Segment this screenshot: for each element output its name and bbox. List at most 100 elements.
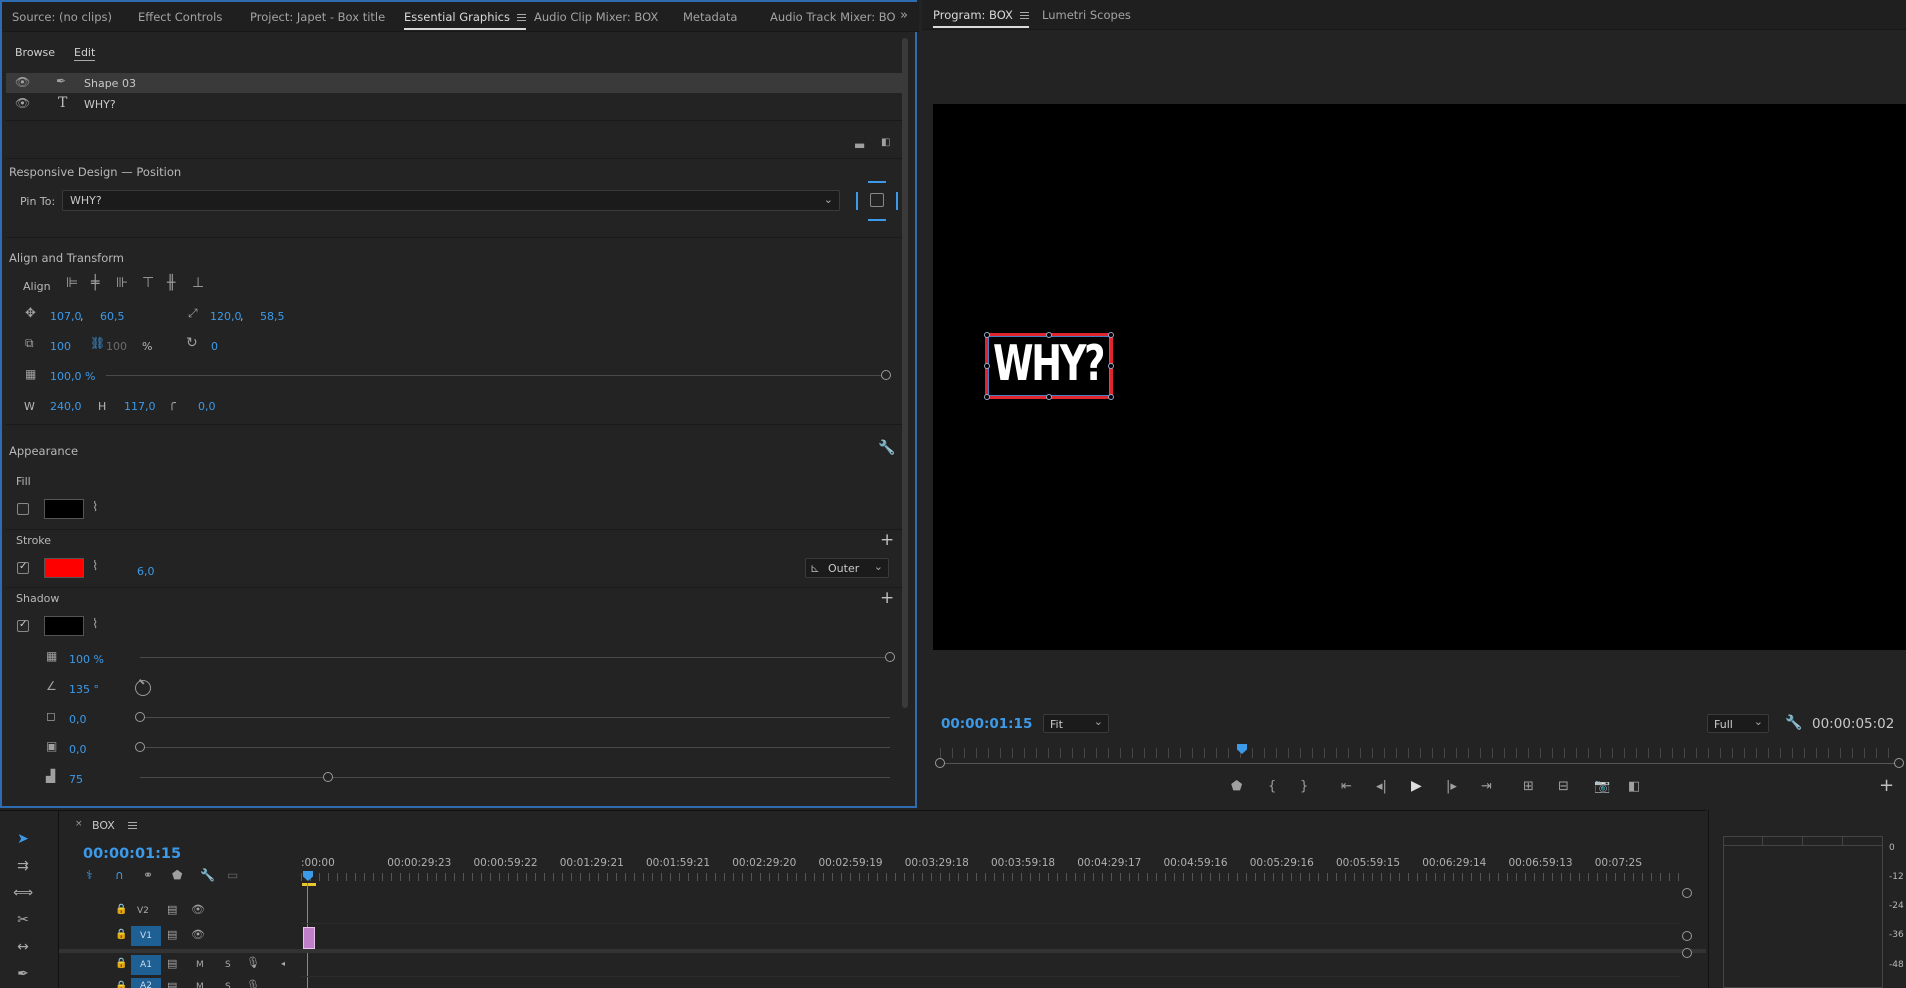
eyedropper-icon[interactable]: ⌇ xyxy=(92,501,98,514)
stroke-color-swatch[interactable] xyxy=(44,558,84,578)
wrench-icon[interactable]: 🔧 xyxy=(878,441,895,455)
zoom-dropdown[interactable]: Fit ⌄ xyxy=(1043,714,1109,733)
handle[interactable] xyxy=(1108,363,1114,369)
shadow-blur-slider[interactable] xyxy=(140,777,890,778)
timeline-clip[interactable] xyxy=(303,927,315,949)
corner-radius-value[interactable]: 0,0 xyxy=(198,400,216,413)
new-layer-icon[interactable]: ◧ xyxy=(881,138,890,148)
shadow-size-knob[interactable] xyxy=(135,742,145,752)
stroke-type-dropdown[interactable]: ⊾ Outer ⌄ xyxy=(805,558,889,578)
mute-button[interactable]: M xyxy=(196,982,204,988)
comparison-view-icon[interactable]: ◧ xyxy=(1628,780,1640,793)
height-value[interactable]: 117,0 xyxy=(124,400,156,413)
zoom-handle-right[interactable] xyxy=(1894,758,1904,768)
microphone-icon[interactable]: 🎙 xyxy=(246,957,260,968)
shadow-size-slider[interactable] xyxy=(140,747,890,748)
tab-audio-track-mixer[interactable]: Audio Track Mixer: BO xyxy=(770,10,896,24)
timeline-settings-icon[interactable]: 🔧 xyxy=(200,869,215,881)
stroke-width-value[interactable]: 6,0 xyxy=(137,565,155,578)
zoom-handle-left[interactable] xyxy=(935,758,945,768)
align-bottom-icon[interactable]: ⊥ xyxy=(192,276,204,290)
opacity-value[interactable]: 100,0 % xyxy=(50,370,95,383)
stroke-checkbox[interactable] xyxy=(17,561,29,574)
go-to-out-icon[interactable]: ⇥ xyxy=(1481,780,1492,793)
step-back-icon[interactable]: ◂| xyxy=(1376,780,1387,793)
angle-dial[interactable] xyxy=(135,678,151,696)
browse-tab[interactable]: Browse xyxy=(15,46,55,59)
handle[interactable] xyxy=(984,394,990,400)
sync-lock-icon[interactable]: ▤ xyxy=(167,904,177,915)
captions-icon[interactable]: ▭ xyxy=(227,869,238,881)
track-select-icon[interactable]: ⇉ xyxy=(12,858,34,880)
tab-metadata[interactable]: Metadata xyxy=(683,10,737,24)
tab-essential-graphics[interactable]: Essential Graphics xyxy=(404,10,526,30)
zoom-scrollbar[interactable] xyxy=(940,763,1900,764)
shadow-distance-knob[interactable] xyxy=(135,712,145,722)
add-marker-icon[interactable]: ⬟ xyxy=(1231,780,1242,793)
opacity-slider-knob[interactable] xyxy=(881,370,891,380)
link-icon[interactable]: ⛓ xyxy=(90,337,105,349)
lock-icon[interactable]: 🔒 xyxy=(115,905,127,915)
fill-color-swatch[interactable] xyxy=(44,499,84,519)
go-to-in-icon[interactable]: ⇤ xyxy=(1341,780,1352,793)
eye-icon[interactable]: 👁 xyxy=(15,97,30,109)
camera-icon[interactable]: 📷 xyxy=(1594,780,1610,793)
handle[interactable] xyxy=(1108,332,1114,338)
eyedropper-icon[interactable]: ⌇ xyxy=(92,560,98,573)
sync-lock-icon[interactable]: ▤ xyxy=(167,929,177,940)
tab-program[interactable]: Program: BOX xyxy=(933,8,1029,28)
add-marker-icon[interactable]: ⬟ xyxy=(172,869,182,881)
selected-graphic[interactable]: WHY? xyxy=(984,332,1114,400)
settings-wrench-icon[interactable]: 🔧 xyxy=(1785,716,1802,730)
shadow-blur-knob[interactable] xyxy=(322,772,333,782)
pin-edges-widget[interactable] xyxy=(854,178,900,224)
anchor-y[interactable]: 58,5 xyxy=(260,310,285,323)
selection-tool-icon[interactable]: ➤ xyxy=(12,831,34,853)
sequence-timecode[interactable]: 00:00:01:15 xyxy=(83,846,181,862)
align-left-icon[interactable]: ⊫ xyxy=(66,276,78,290)
shadow-blur-value[interactable]: 75 xyxy=(69,773,83,786)
opacity-slider[interactable] xyxy=(106,375,886,376)
align-center-v-icon[interactable]: ╫ xyxy=(167,276,175,290)
tab-source[interactable]: Source: (no clips) xyxy=(12,10,112,24)
panel-menu-icon[interactable] xyxy=(1019,11,1029,20)
handle[interactable] xyxy=(984,332,990,338)
panel-menu-icon[interactable] xyxy=(517,13,526,22)
mute-button[interactable]: M xyxy=(196,960,204,970)
shadow-checkbox[interactable] xyxy=(17,619,29,632)
position-y[interactable]: 60,5 xyxy=(100,310,125,323)
lock-icon[interactable]: 🔒 xyxy=(115,982,127,988)
align-right-icon[interactable]: ⊪ xyxy=(116,276,128,290)
resolution-dropdown[interactable]: Full ⌄ xyxy=(1707,714,1769,733)
layer-row-shape[interactable]: 👁 ✒ Shape 03 xyxy=(6,73,902,93)
shadow-distance-value[interactable]: 0,0 xyxy=(69,713,87,726)
add-shadow-icon[interactable]: + xyxy=(880,588,894,608)
slip-tool-icon[interactable]: ↔ xyxy=(12,939,34,961)
track-divider[interactable] xyxy=(59,949,1706,953)
pin-to-dropdown[interactable]: WHY? ⌄ xyxy=(62,190,840,211)
sequence-menu-icon[interactable] xyxy=(128,822,137,830)
razor-icon[interactable]: ✂ xyxy=(12,912,34,934)
track-expand-icon[interactable]: ◂ xyxy=(281,959,285,968)
edit-tab[interactable]: Edit xyxy=(74,46,96,61)
tab-effect-controls[interactable]: Effect Controls xyxy=(138,10,222,24)
shadow-opacity-value[interactable]: 100 % xyxy=(69,653,104,666)
track-target-a2[interactable]: A2 xyxy=(131,978,161,988)
eye-icon[interactable]: 👁 xyxy=(191,929,205,940)
panel-scrollbar[interactable] xyxy=(902,38,908,708)
scroll-handle[interactable] xyxy=(1682,948,1692,958)
rotation-value[interactable]: 0 xyxy=(211,340,218,353)
anchor-x[interactable]: 120,0 xyxy=(210,310,242,323)
handle[interactable] xyxy=(984,363,990,369)
tab-lumetri-scopes[interactable]: Lumetri Scopes xyxy=(1042,8,1131,22)
sync-lock-icon[interactable]: ▤ xyxy=(167,958,177,969)
snap-icon[interactable]: ∩ xyxy=(115,869,124,881)
add-button-icon[interactable]: + xyxy=(1879,775,1894,796)
work-area-bar[interactable] xyxy=(302,883,316,886)
shadow-opacity-slider[interactable] xyxy=(140,657,890,658)
eye-icon[interactable]: 👁 xyxy=(15,76,30,88)
position-x[interactable]: 107,0 xyxy=(50,310,82,323)
handle[interactable] xyxy=(1046,332,1052,338)
microphone-icon[interactable]: 🎙 xyxy=(246,980,260,988)
shadow-color-swatch[interactable] xyxy=(44,616,84,636)
